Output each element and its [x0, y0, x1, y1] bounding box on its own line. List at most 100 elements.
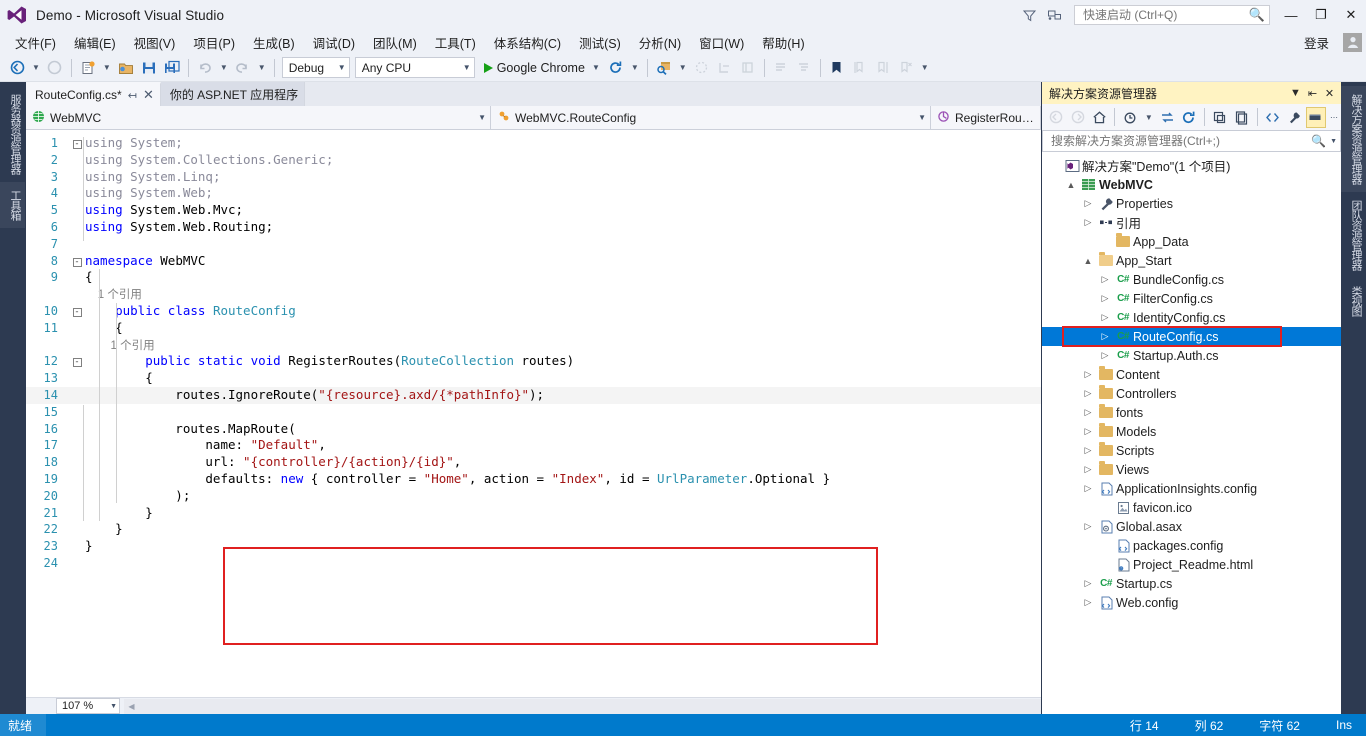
outline-toggle[interactable]: - — [69, 304, 85, 321]
code-scroll-region[interactable]: 1- using System; 2 using System.Collections… — [26, 130, 1041, 697]
feedback-funnel-icon[interactable] — [1016, 2, 1042, 28]
menu-item-tools[interactable]: 工具(T) — [426, 31, 485, 54]
tree-item[interactable]: ▷ Global.asax — [1042, 517, 1341, 536]
chevron-collapsed-icon[interactable]: ▷ — [1080, 369, 1096, 380]
menu-item-file[interactable]: 文件(F) — [6, 31, 65, 54]
tree-item[interactable]: ▷ Views — [1042, 460, 1341, 479]
close-button[interactable]: ✕ — [1336, 1, 1366, 29]
code-line[interactable]: 20 ); — [26, 488, 1041, 505]
code-line[interactable]: 18 url: "{controller}/{action}/{id}", — [26, 454, 1041, 471]
code-line[interactable]: 17 name: "Default", — [26, 437, 1041, 454]
menu-item-architecture[interactable]: 体系结构(C) — [485, 31, 570, 54]
save-button[interactable] — [138, 56, 160, 80]
code-line[interactable]: 8- namespace WebMVC — [26, 253, 1041, 270]
dock-tab-toolbox[interactable]: 工具箱 — [0, 182, 25, 228]
sync-with-active-document-icon[interactable] — [1157, 107, 1177, 128]
view-code-icon[interactable] — [1263, 107, 1283, 128]
scroll-left-icon[interactable]: ◀ — [124, 702, 139, 711]
code-line[interactable]: 15 — [26, 404, 1041, 421]
new-project-dropdown[interactable]: ▼ — [100, 63, 114, 72]
previous-bookmark-icon[interactable] — [849, 56, 871, 80]
document-tab-routeconfig[interactable]: RouteConfig.cs* ↤ ✕ — [26, 82, 161, 106]
tree-item[interactable]: Project_Readme.html — [1042, 555, 1341, 574]
code-line[interactable]: 6 using System.Web.Routing; — [26, 219, 1041, 236]
panel-menu-icon[interactable]: ▼ — [1287, 87, 1304, 99]
dock-tab-server-explorer[interactable]: 服务器资源管理器 — [0, 86, 25, 182]
code-editor[interactable]: 1- using System; 2 using System.Collections… — [26, 130, 1041, 714]
chevron-collapsed-icon[interactable]: ▷ — [1080, 217, 1096, 228]
tree-item[interactable]: ▷ C# IdentityConfig.cs — [1042, 308, 1341, 327]
chevron-collapsed-icon[interactable]: ▷ — [1080, 445, 1096, 456]
collapse-all-icon[interactable] — [1210, 107, 1230, 128]
code-line[interactable]: 12- public static void RegisterRoutes(Ro… — [26, 353, 1041, 370]
navigate-forward-button[interactable] — [44, 56, 66, 80]
zoom-level-combo[interactable]: 107 % ▼ — [56, 698, 120, 714]
menu-item-debug[interactable]: 调试(D) — [304, 31, 364, 54]
outline-toggle[interactable]: - — [69, 254, 85, 271]
code-line[interactable]: 3 using System.Linq; — [26, 169, 1041, 186]
tree-item[interactable]: favicon.ico — [1042, 498, 1341, 517]
menu-item-edit[interactable]: 编辑(E) — [65, 31, 125, 54]
step-icon[interactable] — [691, 56, 713, 80]
chevron-down-icon[interactable]: ▼ — [589, 63, 600, 72]
tree-item-selected[interactable]: ▷ C# RouteConfig.cs — [1042, 327, 1341, 346]
dock-tab-solution-explorer[interactable]: 解决方案资源管理器 — [1341, 86, 1366, 192]
start-debugging-button[interactable]: Google Chrome ▼ — [478, 57, 604, 79]
chevron-down-icon[interactable]: ▼ — [1326, 138, 1337, 145]
chevron-collapsed-icon[interactable]: ▷ — [1097, 331, 1113, 342]
minimize-button[interactable]: — — [1276, 1, 1306, 29]
tree-item[interactable]: 解决方案"Demo"(1 个项目) — [1042, 156, 1341, 175]
solution-platform-combo[interactable]: Any CPU ▼ — [354, 57, 475, 78]
dock-tab-class-view[interactable]: 类视图 — [1341, 278, 1366, 324]
maximize-button[interactable]: ❐ — [1306, 1, 1336, 29]
solution-explorer-search[interactable]: 🔍 ▼ — [1042, 130, 1341, 152]
chevron-expanded-icon[interactable]: ▲ — [1063, 180, 1079, 190]
tree-item[interactable]: ▷ Content — [1042, 365, 1341, 384]
uncomment-lines-icon[interactable] — [793, 56, 815, 80]
code-line[interactable]: 11 { — [26, 320, 1041, 337]
quick-launch-box[interactable]: 🔍 — [1074, 5, 1270, 25]
find-in-files-icon[interactable] — [653, 56, 675, 80]
tree-item[interactable]: ▷ C# Startup.cs — [1042, 574, 1341, 593]
navbar-type-combo[interactable]: WebMVC.RouteConfig ▼ — [491, 106, 931, 129]
pending-changes-icon[interactable] — [1120, 107, 1140, 128]
outdent-icon[interactable] — [737, 56, 759, 80]
code-line[interactable]: 13 { — [26, 370, 1041, 387]
properties-icon[interactable] — [1284, 107, 1304, 128]
chevron-expanded-icon[interactable]: ▲ — [1080, 256, 1096, 266]
chevron-collapsed-icon[interactable]: ▷ — [1097, 350, 1113, 361]
chevron-collapsed-icon[interactable]: ▷ — [1080, 388, 1096, 399]
redo-button[interactable] — [232, 56, 254, 80]
pin-icon[interactable]: ⇤ — [1304, 87, 1321, 100]
preview-selected-items-icon[interactable] — [1305, 106, 1327, 128]
code-line[interactable]: 7 — [26, 236, 1041, 253]
code-line[interactable]: 21 } — [26, 505, 1041, 522]
chevron-collapsed-icon[interactable]: ▷ — [1097, 293, 1113, 304]
chevron-collapsed-icon[interactable]: ▷ — [1097, 312, 1113, 323]
tree-item[interactable]: ▷ ApplicationInsights.config — [1042, 479, 1341, 498]
code-line[interactable]: 22 } — [26, 521, 1041, 538]
solution-explorer-search-input[interactable] — [1049, 133, 1312, 149]
tree-item[interactable]: packages.config — [1042, 536, 1341, 555]
document-tab-aspnet-app[interactable]: 你的 ASP.NET 应用程序 — [160, 82, 306, 106]
code-line[interactable]: 19 defaults: new { controller = "Home", … — [26, 471, 1041, 488]
undo-button[interactable] — [194, 56, 216, 80]
menu-item-team[interactable]: 团队(M) — [364, 31, 426, 54]
navigate-backward-dropdown[interactable]: ▼ — [29, 63, 43, 72]
quick-launch-input[interactable] — [1081, 7, 1249, 23]
chevron-collapsed-icon[interactable]: ▷ — [1080, 426, 1096, 437]
send-feedback-icon[interactable] — [1042, 2, 1068, 28]
save-all-button[interactable] — [161, 56, 183, 80]
indent-icon[interactable] — [714, 56, 736, 80]
code-line[interactable]: 14 routes.IgnoreRoute("{resource}.axd/{*… — [26, 386, 1041, 404]
forward-icon[interactable] — [1067, 107, 1087, 128]
tree-item[interactable]: ▷ Models — [1042, 422, 1341, 441]
back-icon[interactable] — [1046, 107, 1066, 128]
menu-item-analyze[interactable]: 分析(N) — [630, 31, 690, 54]
code-line[interactable]: 5 using System.Web.Mvc; — [26, 202, 1041, 219]
tree-item[interactable]: ▷ C# Startup.Auth.cs — [1042, 346, 1341, 365]
code-line[interactable]: 16 routes.MapRoute( — [26, 421, 1041, 438]
pending-changes-dropdown[interactable]: ▼ — [1142, 113, 1156, 122]
code-line[interactable]: 1- using System; — [26, 135, 1041, 152]
menu-item-test[interactable]: 测试(S) — [570, 31, 630, 54]
